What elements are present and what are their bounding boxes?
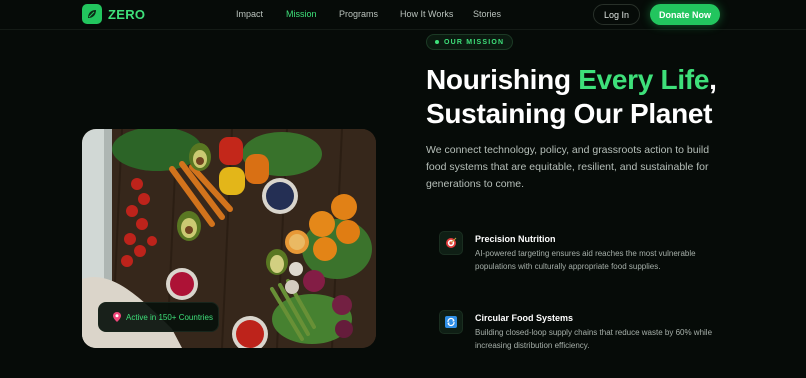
feature-title: Circular Food Systems <box>475 313 574 323</box>
location-pin-icon <box>113 312 121 322</box>
hero-lead-paragraph: We connect technology, policy, and grass… <box>426 144 710 190</box>
nav-link-mission[interactable]: Mission <box>286 9 317 19</box>
recycle-icon <box>439 310 463 334</box>
nav-link-programs[interactable]: Programs <box>339 9 378 19</box>
feature-description: Building closed-loop supply chains that … <box>475 328 713 350</box>
nav-link-stories[interactable]: Stories <box>473 9 501 19</box>
feature-description: AI-powered targeting ensures aid reaches… <box>475 249 696 271</box>
nav-link-how-it-works[interactable]: How It Works <box>400 9 453 19</box>
countries-badge-text: Active in 150+ Countries <box>126 312 213 322</box>
eyebrow-dot-icon <box>435 40 439 44</box>
brand[interactable]: ZERO <box>82 4 145 24</box>
donate-button[interactable]: Donate Now <box>650 4 720 25</box>
hero-headline: Nourishing Every Life, Sustaining Our Pl… <box>426 63 786 131</box>
countries-badge: Active in 150+ Countries <box>98 302 219 332</box>
login-button[interactable]: Log In <box>593 4 640 25</box>
headline-accent: Every Life <box>578 64 710 95</box>
eyebrow-label: OUR MISSION <box>444 38 505 46</box>
section-eyebrow: OUR MISSION <box>426 34 514 50</box>
headline-part1: Nourishing <box>426 64 579 95</box>
headline-comma: , <box>709 64 717 95</box>
brand-name: ZERO <box>108 6 146 22</box>
target-icon <box>439 231 463 255</box>
vegetables-photo: Active in 150+ Countries <box>82 129 376 348</box>
headline-line2: Sustaining Our Planet <box>426 98 713 129</box>
feature-title: Precision Nutrition <box>475 234 556 244</box>
nav-link-impact[interactable]: Impact <box>236 9 263 19</box>
top-navbar: ZERO Impact Mission Programs How It Work… <box>0 0 806 30</box>
leaf-logo-icon <box>82 4 102 24</box>
